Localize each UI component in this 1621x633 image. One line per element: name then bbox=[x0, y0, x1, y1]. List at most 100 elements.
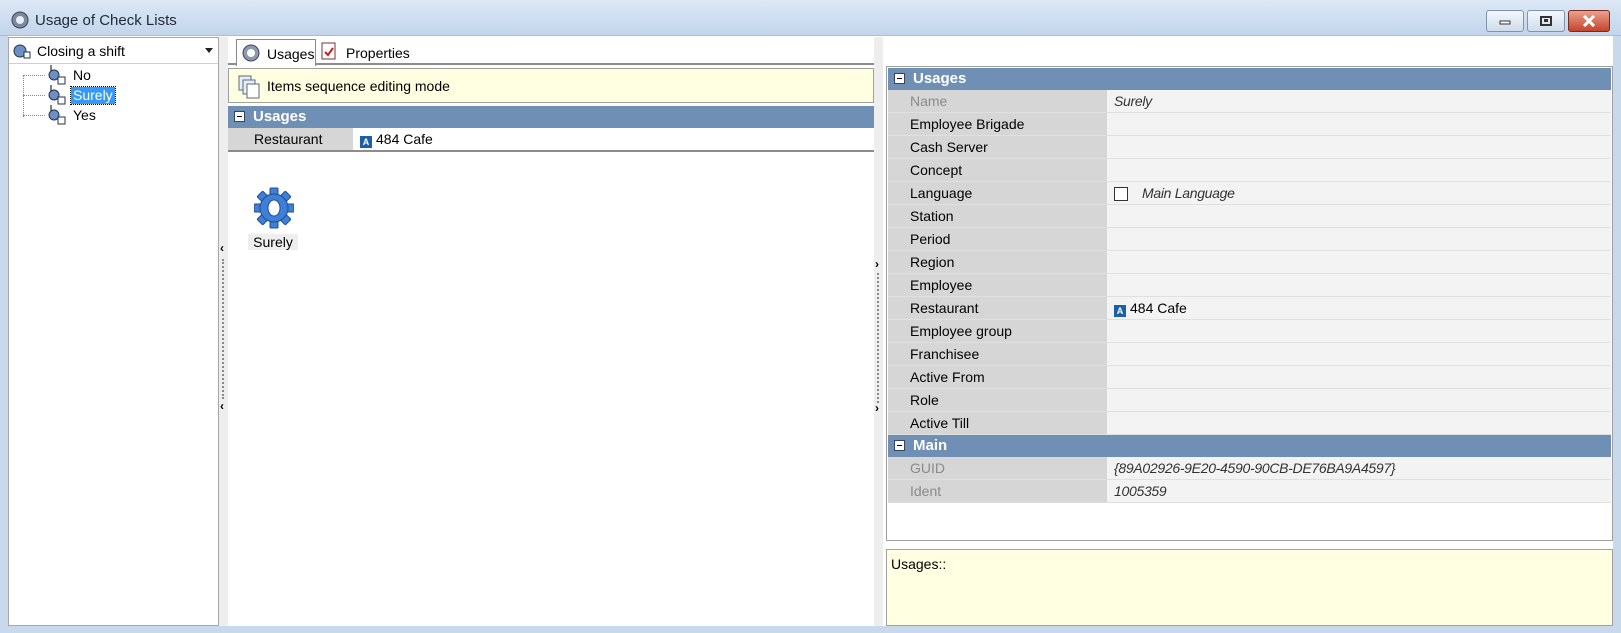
property-value: 1005359 bbox=[1114, 483, 1167, 499]
property-name: Franchisee bbox=[888, 343, 1107, 365]
minimize-button[interactable] bbox=[1486, 10, 1524, 32]
tab-label: Properties bbox=[346, 45, 410, 61]
tree-item-label: Surely bbox=[70, 86, 116, 105]
section-title: Usages bbox=[913, 70, 967, 87]
usage-item-surely[interactable]: Surely bbox=[248, 187, 298, 250]
usage-node-icon bbox=[48, 65, 66, 85]
restaurant-icon: A bbox=[1114, 305, 1126, 317]
section-header-usages[interactable]: Usages bbox=[228, 106, 874, 128]
property-name: Employee Brigade bbox=[888, 113, 1107, 135]
property-name: Restaurant bbox=[888, 297, 1107, 319]
filter-value-text: 484 Cafe bbox=[376, 131, 433, 147]
filter-row-restaurant[interactable]: Restaurant A 484 Cafe bbox=[228, 128, 874, 152]
window-title: Usage of Check Lists bbox=[35, 12, 177, 29]
tab-properties[interactable]: Properties bbox=[320, 39, 420, 65]
expand-right-icon[interactable]: › bbox=[875, 401, 879, 415]
property-value: {89A02926-9E20-4590-90CB-DE76BA9A4597} bbox=[1114, 460, 1396, 476]
property-row[interactable]: Franchisee bbox=[888, 343, 1611, 366]
section-title: Main bbox=[913, 437, 948, 454]
left-pane: Closing a shift No Surely Yes bbox=[8, 37, 219, 626]
property-name: Active Till bbox=[888, 412, 1107, 434]
collapse-icon[interactable] bbox=[894, 440, 905, 451]
description-text: Usages:: bbox=[891, 556, 947, 572]
collapse-icon[interactable] bbox=[894, 73, 905, 84]
restore-icon bbox=[1540, 16, 1552, 26]
middle-pane: Usages Properties Items sequence editing… bbox=[228, 37, 874, 626]
property-row[interactable]: Employee Brigade bbox=[888, 113, 1611, 136]
property-row[interactable]: Restaurant A 484 Cafe bbox=[888, 297, 1611, 320]
property-name: Ident bbox=[888, 480, 1107, 502]
property-name: Role bbox=[888, 389, 1107, 411]
property-value-text: {89A02926-9E20-4590-90CB-DE76BA9A4597} bbox=[1114, 460, 1396, 476]
property-name: Language bbox=[888, 182, 1107, 204]
property-row[interactable]: Employee bbox=[888, 274, 1611, 297]
filter-key: Restaurant bbox=[228, 128, 353, 150]
property-row[interactable]: Cash Server bbox=[888, 136, 1611, 159]
gear-icon bbox=[242, 44, 260, 62]
property-row[interactable]: Role bbox=[888, 389, 1611, 412]
close-button[interactable] bbox=[1568, 10, 1610, 32]
section-title: Usages bbox=[253, 108, 307, 125]
property-value[interactable]: Main Language bbox=[1114, 185, 1235, 201]
mode-text: Items sequence editing mode bbox=[267, 78, 450, 94]
mode-banner: Items sequence editing mode bbox=[228, 68, 874, 103]
property-row[interactable]: Period bbox=[888, 228, 1611, 251]
property-grid: Usages Name Surely Employee Brigade Cash Ser… bbox=[886, 66, 1613, 541]
tab-usages[interactable]: Usages bbox=[236, 39, 316, 66]
collapse-icon[interactable] bbox=[234, 111, 245, 122]
close-icon bbox=[1582, 15, 1596, 27]
properties-icon bbox=[321, 42, 336, 60]
property-name: Cash Server bbox=[888, 136, 1107, 158]
checklist-icon bbox=[13, 44, 31, 59]
property-row[interactable]: GUID {89A02926-9E20-4590-90CB-DE76BA9A459… bbox=[888, 457, 1611, 480]
right-splitter[interactable]: › › bbox=[874, 37, 883, 626]
tab-strip: Usages Properties bbox=[228, 37, 874, 66]
tab-label: Usages bbox=[267, 46, 315, 62]
property-value-text: Main Language bbox=[1142, 185, 1235, 201]
expand-right-icon[interactable]: › bbox=[875, 257, 879, 271]
minimize-icon bbox=[1499, 20, 1511, 25]
property-value: Surely bbox=[1114, 93, 1152, 109]
property-name: Station bbox=[888, 205, 1107, 227]
collapse-left-icon[interactable]: ‹ bbox=[220, 241, 224, 255]
property-row[interactable]: Active From bbox=[888, 366, 1611, 389]
property-name: Active From bbox=[888, 366, 1107, 388]
checklist-combo[interactable]: Closing a shift bbox=[9, 38, 218, 64]
property-row[interactable]: Language Main Language bbox=[888, 182, 1611, 205]
property-name: GUID bbox=[888, 457, 1107, 479]
property-name: Concept bbox=[888, 159, 1107, 181]
property-row[interactable]: Name Surely bbox=[888, 90, 1611, 113]
property-row[interactable]: Active Till bbox=[888, 412, 1611, 435]
property-panel: Usages Name Surely Employee Brigade Cash Ser… bbox=[886, 66, 1613, 626]
usage-node-icon bbox=[48, 105, 66, 125]
title-bar: Usage of Check Lists bbox=[0, 0, 1621, 36]
left-splitter[interactable]: ‹ ‹ bbox=[219, 37, 228, 626]
property-value-text: Surely bbox=[1114, 93, 1152, 109]
property-name: Period bbox=[888, 228, 1107, 250]
description-box: Usages:: bbox=[886, 549, 1613, 626]
property-value[interactable]: A 484 Cafe bbox=[1114, 300, 1187, 317]
chevron-down-icon[interactable] bbox=[205, 48, 213, 53]
collapse-left-icon[interactable]: ‹ bbox=[220, 399, 224, 413]
tree-item-label: Yes bbox=[73, 107, 96, 123]
restore-button[interactable] bbox=[1527, 10, 1565, 32]
restaurant-icon: A bbox=[360, 136, 372, 148]
gear-icon bbox=[253, 187, 295, 229]
usage-node-icon bbox=[48, 85, 66, 105]
section-header-main[interactable]: Main bbox=[888, 435, 1611, 457]
gear-icon bbox=[11, 11, 29, 29]
property-name: Region bbox=[888, 251, 1107, 273]
section-header-usages[interactable]: Usages bbox=[888, 68, 1611, 90]
property-row[interactable]: Ident 1005359 bbox=[888, 480, 1611, 503]
usage-item-label: Surely bbox=[248, 234, 298, 250]
filter-value: A 484 Cafe bbox=[360, 131, 433, 148]
property-row[interactable]: Concept bbox=[888, 159, 1611, 182]
combo-value: Closing a shift bbox=[37, 43, 125, 59]
property-value-text: 1005359 bbox=[1114, 483, 1167, 499]
property-name: Name bbox=[888, 90, 1107, 112]
property-row[interactable]: Employee group bbox=[888, 320, 1611, 343]
property-row[interactable]: Station bbox=[888, 205, 1611, 228]
property-row[interactable]: Region bbox=[888, 251, 1611, 274]
property-name: Employee group bbox=[888, 320, 1107, 342]
language-checkbox[interactable] bbox=[1114, 187, 1128, 201]
